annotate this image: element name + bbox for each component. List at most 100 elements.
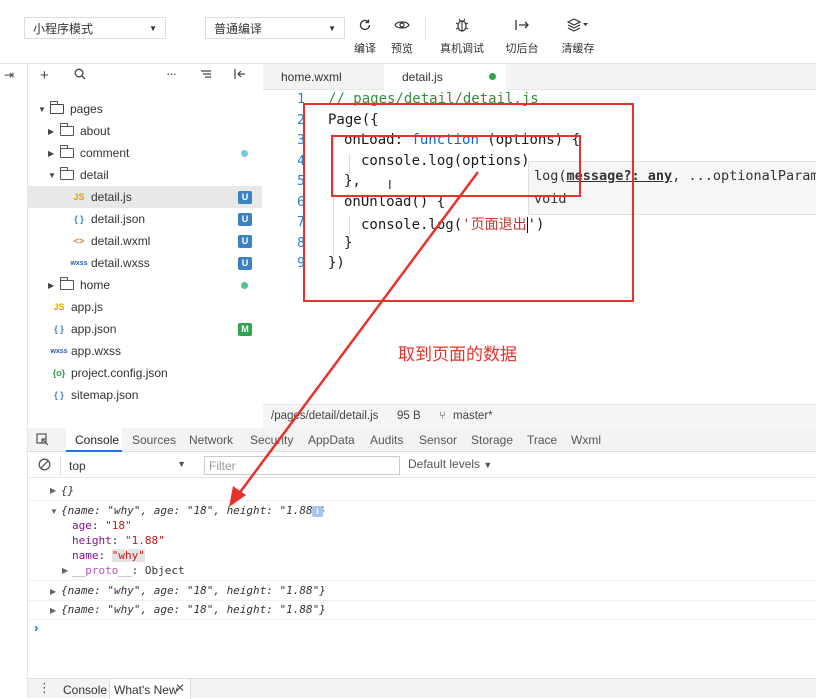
search-icon[interactable] — [74, 68, 86, 83]
sort-icon[interactable] — [200, 68, 212, 82]
tab-appdata[interactable]: AppData — [308, 433, 355, 447]
tree-folder-about[interactable]: ▶ about — [28, 120, 262, 142]
expand-arrow-icon[interactable]: ▶ — [62, 566, 68, 575]
activity-bar: ⇥ — [0, 64, 28, 428]
property-value: "1.88" — [125, 534, 165, 547]
context-select[interactable]: top ▼ — [60, 456, 190, 475]
tree-item-label: home — [80, 278, 111, 292]
tab-home-wxml[interactable]: home.wxml — [263, 64, 383, 90]
switch-icon — [507, 14, 537, 36]
wxml-file-icon: <> — [73, 236, 85, 246]
drawer-tab-console[interactable]: Console — [63, 683, 107, 697]
toolbar-divider — [425, 18, 426, 40]
mode-select[interactable]: 小程序模式 ▼ — [24, 17, 166, 39]
status-badge: U — [238, 190, 252, 204]
tree-file-app-json[interactable]: { } app.json M — [28, 318, 262, 340]
tab-storage[interactable]: Storage — [471, 433, 513, 447]
tree-file-app-wxss[interactable]: wxss app.wxss — [28, 340, 262, 362]
tree-file-project-config[interactable]: {o} project.config.json — [28, 362, 262, 384]
close-icon[interactable]: ✕ — [175, 681, 185, 695]
preview-button[interactable]: 预览 — [372, 14, 432, 58]
clear-console-icon[interactable] — [38, 458, 51, 474]
devtools-tabs: Console Sources Network Security AppData… — [28, 428, 816, 452]
property-value: "18" — [105, 519, 132, 532]
editor-status-bar: /pages/detail/detail.js 95 B ⑂ master* — [263, 404, 816, 428]
drawer-menu-icon[interactable]: ⋮ — [38, 680, 51, 696]
property-key: height — [72, 534, 112, 547]
annotation-box-inner — [331, 135, 581, 197]
chevron-right-icon: ▶ — [48, 126, 55, 136]
clear-cache-button[interactable]: 清缓存 — [548, 14, 608, 58]
tab-sensor[interactable]: Sensor — [419, 433, 457, 447]
collapse-arrow-icon[interactable]: ▼ — [50, 507, 58, 516]
modified-dot — [241, 281, 248, 289]
tree-item-label: detail.wxml — [91, 234, 151, 248]
json-file-icon: { } — [54, 390, 64, 400]
log-entry[interactable]: {} — [61, 484, 74, 497]
remote-debug-button[interactable]: 真机调试 — [432, 14, 492, 58]
expand-arrow-icon[interactable]: ▶ — [50, 486, 56, 495]
background-button[interactable]: 切后台 — [492, 14, 552, 58]
tree-folder-home[interactable]: ▶ home — [28, 274, 262, 296]
more-icon[interactable]: ··· — [166, 66, 177, 81]
console-prompt-icon[interactable]: › — [34, 620, 38, 635]
chevron-right-icon: ▶ — [48, 280, 55, 290]
chevron-down-icon: ▼ — [177, 459, 186, 469]
expand-arrow-icon[interactable]: ▶ — [50, 606, 56, 615]
log-levels-select[interactable]: Default levels ▼ — [408, 457, 492, 471]
inspect-icon[interactable] — [36, 433, 49, 449]
collapse-panel-icon[interactable]: ⇥ — [4, 68, 14, 82]
line-number: 3 — [297, 133, 305, 148]
tree-item-label: project.config.json — [71, 366, 168, 380]
chevron-down-icon: ▼ — [483, 460, 493, 470]
unsaved-dot — [489, 73, 496, 80]
collapse-sidebar-icon[interactable] — [234, 68, 246, 82]
explorer-toolbar: + ··· — [28, 64, 262, 90]
info-icon[interactable]: i — [312, 506, 323, 517]
tab-trace[interactable]: Trace — [527, 433, 557, 447]
status-badge: U — [238, 234, 252, 248]
tree-file-detail-js[interactable]: JS detail.js U — [28, 186, 262, 208]
add-icon[interactable]: + — [40, 67, 49, 84]
line-number: 2 — [297, 113, 305, 128]
filter-input[interactable]: Filter — [204, 456, 400, 475]
tab-console[interactable]: Console — [75, 433, 119, 447]
modified-dot — [241, 149, 248, 157]
tree-file-app-js[interactable]: JS app.js — [28, 296, 262, 318]
tree-file-detail-wxml[interactable]: <> detail.wxml U — [28, 230, 262, 252]
tree-file-sitemap[interactable]: { } sitemap.json — [28, 384, 262, 406]
folder-open-icon — [60, 167, 74, 180]
line-number: 7 — [297, 215, 305, 230]
drawer-tab-whats-new[interactable]: What's New ✕ — [109, 679, 191, 699]
tree-item-label: app.json — [71, 322, 117, 336]
property-value: Object — [144, 564, 185, 577]
tree-folder-pages[interactable]: ▼ pages — [28, 98, 262, 120]
tab-audits[interactable]: Audits — [370, 433, 403, 447]
line-number: 9 — [297, 256, 305, 271]
compile-select[interactable]: 普通编译 ▼ — [205, 17, 345, 39]
log-entry[interactable]: {name: "why", age: "18", height: "1.88"} — [61, 603, 326, 616]
tab-wxml[interactable]: Wxml — [571, 433, 601, 447]
devtools-left-rail — [0, 428, 28, 698]
tree-folder-detail[interactable]: ▼ detail — [28, 164, 262, 186]
annotation-text: 取到页面的数据 — [398, 345, 517, 365]
property-value: "why" — [111, 549, 145, 562]
log-entry[interactable]: {name: "why", age: "18", height: "1.88"} — [61, 584, 326, 597]
tab-security[interactable]: Security — [250, 433, 293, 447]
line-number: 4 — [297, 154, 305, 169]
log-entry-expanded[interactable]: {name: "why", age: "18", height: "1.88"} — [61, 504, 326, 517]
eye-icon — [387, 14, 417, 36]
tree-file-detail-json[interactable]: { } detail.json U — [28, 208, 262, 230]
js-file-icon: JS — [53, 302, 65, 312]
expand-arrow-icon[interactable]: ▶ — [50, 587, 56, 596]
chevron-down-icon: ▼ — [48, 170, 56, 180]
folder-icon — [60, 123, 74, 136]
mode-select-value: 小程序模式 — [33, 21, 94, 36]
tab-detail-js[interactable]: detail.js — [384, 64, 506, 90]
git-branch[interactable]: master* — [453, 410, 493, 422]
tab-network[interactable]: Network — [189, 433, 233, 447]
wxss-file-icon: wxss — [70, 259, 88, 267]
tree-file-detail-wxss[interactable]: wxss detail.wxss U — [28, 252, 262, 274]
tree-folder-comment[interactable]: ▶ comment — [28, 142, 262, 164]
tab-sources[interactable]: Sources — [132, 433, 176, 447]
